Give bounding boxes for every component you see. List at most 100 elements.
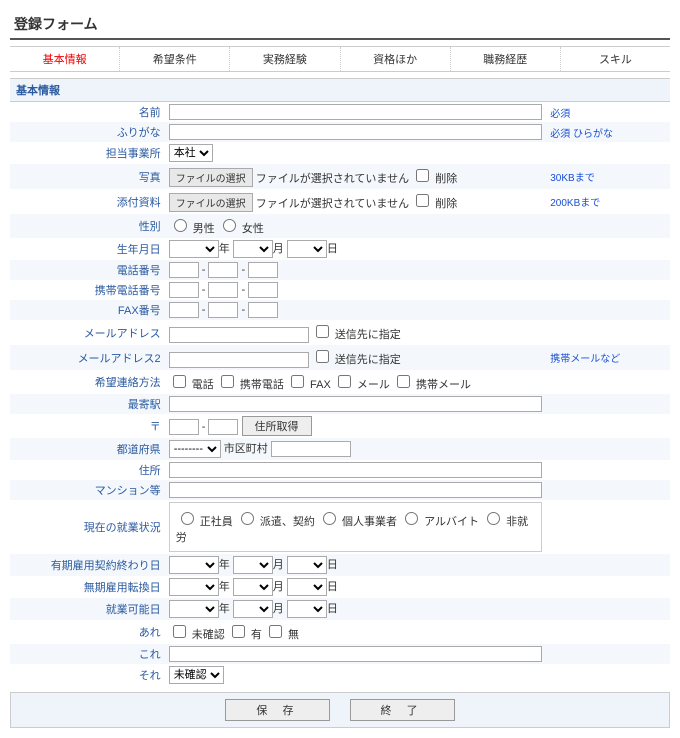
- email-sendto-checkbox[interactable]: [316, 325, 329, 338]
- mobile-2-input[interactable]: [208, 282, 238, 298]
- tel-2-input[interactable]: [208, 262, 238, 278]
- emp-dispatch-radio[interactable]: [241, 512, 254, 525]
- birth-day-select[interactable]: [287, 240, 327, 258]
- emp-part-radio[interactable]: [405, 512, 418, 525]
- contact-tel-checkbox[interactable]: [173, 375, 186, 388]
- are-unconfirmed-checkbox[interactable]: [173, 625, 186, 638]
- email2-sendto-checkbox[interactable]: [316, 350, 329, 363]
- label-contact: 希望連絡方法: [10, 370, 165, 394]
- label-mansion: マンション等: [10, 480, 165, 500]
- indef-month-select[interactable]: [233, 578, 273, 596]
- mansion-input[interactable]: [169, 482, 543, 498]
- address-lookup-button[interactable]: 住所取得: [242, 416, 312, 436]
- emp-fulltime-radio[interactable]: [181, 512, 194, 525]
- label-photo: 写真: [10, 164, 165, 189]
- name-input[interactable]: [169, 104, 543, 120]
- emp-none-radio[interactable]: [487, 512, 500, 525]
- birth-month-select[interactable]: [233, 240, 273, 258]
- are-no-checkbox[interactable]: [269, 625, 282, 638]
- contact-mail-checkbox[interactable]: [338, 375, 351, 388]
- label-sore: それ: [10, 664, 165, 686]
- label-zip: 〒: [10, 414, 165, 438]
- label-email: メールアドレス: [10, 320, 165, 345]
- fixed-term-year-select[interactable]: [169, 556, 219, 574]
- attachment-file-status: ファイルが選択されていません: [256, 198, 409, 210]
- tab-conditions[interactable]: 希望条件: [120, 47, 230, 71]
- fax-2-input[interactable]: [208, 302, 238, 318]
- are-yes-checkbox[interactable]: [232, 625, 245, 638]
- email2-input[interactable]: [169, 352, 309, 368]
- label-kana: ふりがな: [10, 122, 165, 142]
- photo-file-button[interactable]: ファイルの選択: [169, 168, 253, 187]
- tab-bar: 基本情報 希望条件 実務経験 資格ほか 職務経歴 スキル: [10, 46, 670, 72]
- label-kore: これ: [10, 644, 165, 664]
- label-addr: 住所: [10, 460, 165, 480]
- gender-female-radio[interactable]: [223, 219, 236, 232]
- hint-kana: 必須 ひらがな: [546, 122, 670, 142]
- contact-mobile-checkbox[interactable]: [221, 375, 234, 388]
- label-station: 最寄駅: [10, 394, 165, 414]
- label-birth: 生年月日: [10, 238, 165, 260]
- label-pref: 都道府県: [10, 438, 165, 460]
- close-button[interactable]: 終 了: [350, 699, 455, 721]
- tab-experience[interactable]: 実務経験: [230, 47, 340, 71]
- contact-fax-checkbox[interactable]: [291, 375, 304, 388]
- office-select[interactable]: 本社: [169, 144, 213, 162]
- emp-sole-radio[interactable]: [323, 512, 336, 525]
- label-employment: 現在の就業状況: [10, 500, 165, 554]
- mobile-1-input[interactable]: [169, 282, 199, 298]
- basic-info-form: 名前 必須 ふりがな 必須 ひらがな 担当事業所 本社 写真 ファイルの選択 フ…: [10, 102, 670, 686]
- pref-select[interactable]: --------: [169, 440, 221, 458]
- hint-email2: 携帯メールなど: [546, 345, 670, 370]
- fixed-term-month-select[interactable]: [233, 556, 273, 574]
- hint-attachment: 200KBまで: [546, 189, 670, 214]
- tel-3-input[interactable]: [248, 262, 278, 278]
- zip-2-input[interactable]: [208, 419, 238, 435]
- label-indef-transfer: 無期雇用転換日: [10, 576, 165, 598]
- indef-year-select[interactable]: [169, 578, 219, 596]
- gender-male-radio[interactable]: [174, 219, 187, 232]
- fixed-term-day-select[interactable]: [287, 556, 327, 574]
- attachment-delete-checkbox[interactable]: [416, 194, 429, 207]
- hint-name: 必須: [546, 102, 670, 122]
- fax-3-input[interactable]: [248, 302, 278, 318]
- fax-1-input[interactable]: [169, 302, 199, 318]
- hint-photo: 30KBまで: [546, 164, 670, 189]
- footer-bar: 保 存 終 了: [10, 692, 670, 728]
- section-header: 基本情報: [10, 78, 670, 102]
- mobile-3-input[interactable]: [248, 282, 278, 298]
- label-tel: 電話番号: [10, 260, 165, 280]
- label-name: 名前: [10, 102, 165, 122]
- label-avail: 就業可能日: [10, 598, 165, 620]
- save-button[interactable]: 保 存: [225, 699, 330, 721]
- page-title: 登録フォーム: [10, 10, 670, 40]
- tab-basic[interactable]: 基本情報: [10, 47, 120, 71]
- indef-day-select[interactable]: [287, 578, 327, 596]
- label-mobile: 携帯電話番号: [10, 280, 165, 300]
- avail-day-select[interactable]: [287, 600, 327, 618]
- label-email2: メールアドレス2: [10, 345, 165, 370]
- tel-1-input[interactable]: [169, 262, 199, 278]
- tab-career[interactable]: 職務経歴: [451, 47, 561, 71]
- label-fax: FAX番号: [10, 300, 165, 320]
- photo-file-status: ファイルが選択されていません: [256, 173, 409, 185]
- kore-input[interactable]: [169, 646, 543, 662]
- birth-year-select[interactable]: [169, 240, 219, 258]
- tab-qualifications[interactable]: 資格ほか: [341, 47, 451, 71]
- photo-delete-checkbox[interactable]: [416, 169, 429, 182]
- label-office: 担当事業所: [10, 142, 165, 164]
- label-are: あれ: [10, 620, 165, 644]
- city-input[interactable]: [271, 441, 351, 457]
- label-attachment: 添付資料: [10, 189, 165, 214]
- kana-input[interactable]: [169, 124, 543, 140]
- address-input[interactable]: [169, 462, 543, 478]
- avail-month-select[interactable]: [233, 600, 273, 618]
- email-input[interactable]: [169, 327, 309, 343]
- contact-mmail-checkbox[interactable]: [397, 375, 410, 388]
- zip-1-input[interactable]: [169, 419, 199, 435]
- avail-year-select[interactable]: [169, 600, 219, 618]
- tab-skills[interactable]: スキル: [561, 47, 670, 71]
- station-input[interactable]: [169, 396, 543, 412]
- sore-select[interactable]: 未確認: [169, 666, 224, 684]
- attachment-file-button[interactable]: ファイルの選択: [169, 193, 253, 212]
